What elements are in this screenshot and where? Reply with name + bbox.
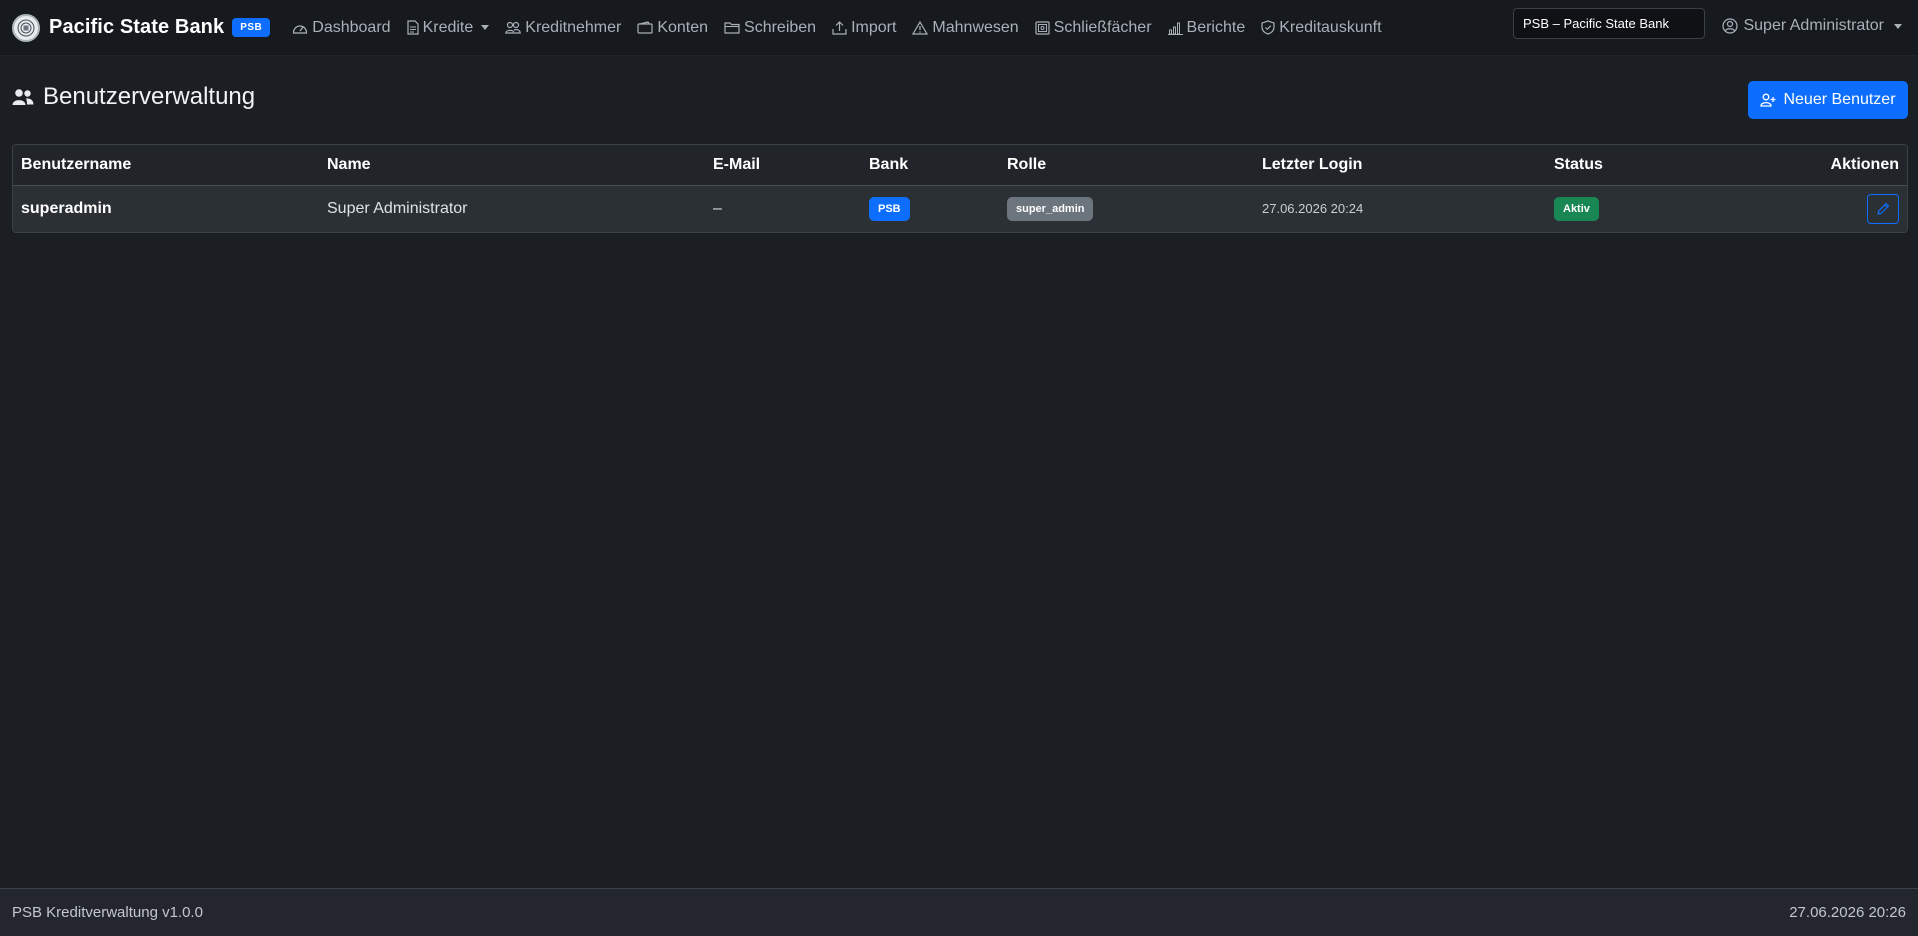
cell-actions — [1746, 185, 1907, 232]
cell-name: Super Administrator — [319, 185, 705, 232]
column-header-bank: Bank — [861, 145, 999, 186]
bank-select[interactable]: PSB – Pacific State Bank — [1513, 8, 1705, 39]
nav-item-mahnwesen[interactable]: Mahnwesen — [912, 18, 1019, 37]
folder-icon — [724, 21, 740, 34]
brand-badge: PSB — [232, 18, 271, 37]
cell-role: super_admin — [999, 185, 1254, 232]
footer-datetime: 27.06.2026 20:26 — [1789, 904, 1906, 921]
user-menu[interactable]: Super Administrator — [1722, 17, 1902, 35]
column-header-role: Rolle — [999, 145, 1254, 186]
nav-label: Import — [851, 18, 897, 36]
nav-item-kredite[interactable]: Kredite — [406, 18, 490, 37]
main-nav: Dashboard Kredite Kreditnehmer Konten Sc… — [292, 0, 1397, 56]
safe-icon — [1035, 20, 1050, 35]
nav-item-kreditnehmer[interactable]: Kreditnehmer — [505, 19, 621, 37]
cell-email: – — [705, 185, 861, 232]
page-title-text: Benutzerverwaltung — [43, 83, 256, 110]
wallet-icon — [637, 21, 653, 34]
document-icon — [406, 20, 419, 35]
column-header-status: Status — [1546, 145, 1746, 186]
users-table: Benutzername Name E-Mail Bank Rolle Letz… — [12, 144, 1908, 233]
table-row: superadmin Super Administrator – PSB sup… — [13, 185, 1907, 232]
nav-item-schreiben[interactable]: Schreiben — [724, 19, 816, 37]
column-header-last-login: Letzter Login — [1254, 145, 1546, 186]
warning-icon — [912, 20, 929, 35]
people-icon — [505, 21, 522, 34]
column-header-actions: Aktionen — [1746, 145, 1907, 186]
page-title: Benutzerverwaltung — [12, 83, 255, 111]
table-header-row: Benutzername Name E-Mail Bank Rolle Letz… — [13, 145, 1907, 186]
bank-seal-icon — [12, 13, 40, 42]
nav-item-konten[interactable]: Konten — [637, 19, 708, 37]
column-header-name: Name — [319, 145, 705, 186]
cell-bank: PSB — [861, 185, 999, 232]
brand-name: Pacific State Bank — [49, 16, 225, 38]
pencil-icon — [1876, 202, 1890, 215]
people-fill-icon — [12, 88, 34, 106]
brand[interactable]: Pacific State Bank PSB — [12, 0, 271, 56]
nav-item-berichte[interactable]: Berichte — [1167, 18, 1246, 37]
bar-chart-icon — [1167, 21, 1183, 35]
speedometer-icon — [292, 21, 308, 35]
shield-icon — [1261, 20, 1275, 35]
column-header-email: E-Mail — [705, 145, 861, 186]
upload-icon — [832, 20, 847, 35]
new-user-button-label: Neuer Benutzer — [1783, 91, 1896, 108]
cell-last-login: 27.06.2026 20:24 — [1254, 185, 1546, 232]
top-navbar: Pacific State Bank PSB Dashboard Kredite… — [0, 0, 1918, 56]
status-badge: Aktiv — [1554, 196, 1599, 221]
person-circle-icon — [1722, 18, 1739, 34]
nav-label: Kreditauskunft — [1279, 18, 1382, 36]
nav-label: Berichte — [1186, 18, 1246, 36]
nav-label: Schließfächer — [1053, 18, 1152, 36]
nav-label: Schreiben — [744, 18, 817, 36]
nav-item-import[interactable]: Import — [832, 19, 896, 37]
nav-item-schliessfaecher[interactable]: Schließfächer — [1035, 19, 1152, 37]
chevron-down-icon — [1894, 23, 1902, 29]
column-header-username: Benutzername — [13, 145, 319, 186]
role-badge: super_admin — [1007, 196, 1094, 221]
nav-label: Kredite — [422, 18, 474, 36]
nav-item-kreditauskunft[interactable]: Kreditauskunft — [1261, 18, 1382, 37]
footer: PSB Kreditverwaltung v1.0.0 27.06.2026 2… — [0, 888, 1918, 936]
person-plus-icon — [1760, 93, 1776, 107]
nav-label: Mahnwesen — [932, 18, 1019, 36]
nav-label: Konten — [657, 18, 709, 36]
cell-username: superadmin — [13, 185, 319, 232]
chevron-down-icon — [481, 25, 490, 30]
footer-app-version: PSB Kreditverwaltung v1.0.0 — [12, 904, 203, 921]
user-menu-label: Super Administrator — [1743, 17, 1884, 34]
bank-badge: PSB — [869, 196, 910, 221]
new-user-button[interactable]: Neuer Benutzer — [1748, 81, 1908, 119]
cell-status: Aktiv — [1546, 185, 1746, 232]
nav-label: Dashboard — [312, 18, 391, 36]
nav-label: Kreditnehmer — [525, 18, 622, 36]
edit-user-button[interactable] — [1867, 193, 1899, 224]
nav-item-dashboard[interactable]: Dashboard — [292, 18, 391, 37]
